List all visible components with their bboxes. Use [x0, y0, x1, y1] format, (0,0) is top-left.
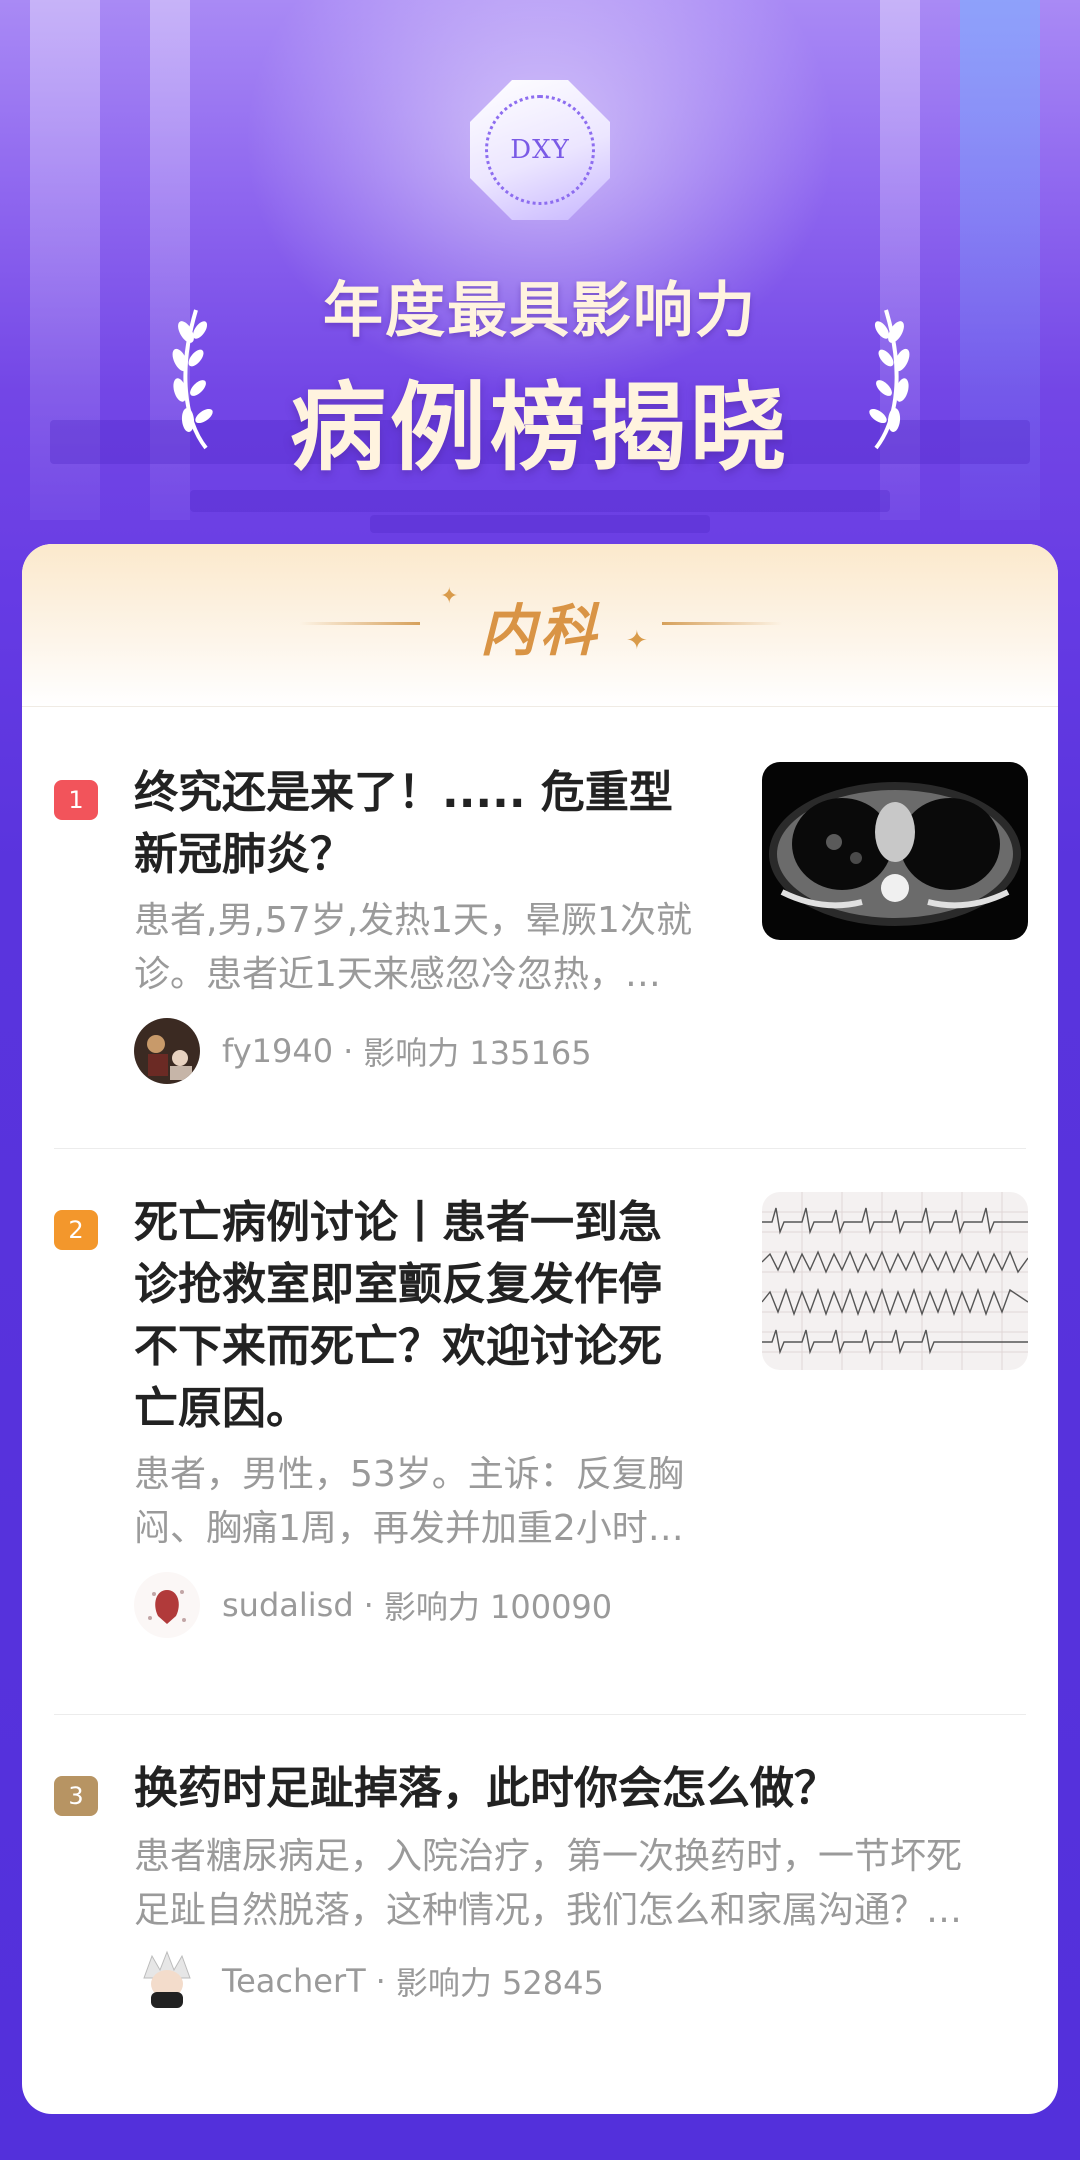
separator-dot: · — [343, 1032, 354, 1070]
dxy-badge-logo: DXY — [470, 80, 610, 220]
case-list-item[interactable]: 1 终究还是来了！..... 危重型 新冠肺炎？ 患者,男,57岁,发热1天，晕… — [54, 762, 1028, 1084]
stage-step — [370, 515, 710, 533]
card-header: ✦ ✦ 内科 — [22, 544, 1058, 707]
item-divider — [54, 1148, 1026, 1149]
case-summary: 患者，男性，53岁。主诉：反复胸 闷、胸痛1周，再发并加重2小时… — [134, 1454, 684, 1549]
case-list-item[interactable]: 3 换药时足趾掉落，此时你会怎么做？ 患者糖尿病足，入院治疗，第一次换药时，一节… — [54, 1758, 1026, 2048]
hero-subtitle: 年度最具影响力 — [323, 276, 757, 346]
stage-step — [190, 490, 890, 512]
category-title: 内科 — [480, 599, 600, 664]
hero-title: 病例榜揭晓 — [290, 372, 790, 484]
case-title[interactable]: 换药时足趾掉落，此时你会怎么做？ — [134, 1758, 1026, 1820]
author-avatar[interactable] — [134, 1572, 200, 1638]
rank-badge: 1 — [54, 780, 98, 820]
case-author-meta: fy1940 · 影响力 135165 — [134, 1018, 592, 1084]
hero-banner: DXY 年度最具影响力 病例榜揭晓 — [0, 0, 1080, 560]
ct-scan-thumbnail[interactable] — [762, 762, 1028, 940]
ecg-thumbnail[interactable] — [762, 1192, 1028, 1370]
case-author-meta: TeacherT · 影响力 52845 — [134, 1948, 604, 2014]
case-summary: 患者糖尿病足，入院治疗，第一次换药时，一节坏死 足趾自然脱落，这种情况，我们怎么… — [134, 1836, 963, 1931]
case-title[interactable]: 死亡病例讨论丨患者一到急 诊抢救室即室颤反复发作停 不下来而死亡？欢迎讨论死 亡… — [134, 1192, 734, 1440]
author-avatar[interactable] — [134, 1018, 200, 1084]
item-divider — [54, 1714, 1026, 1715]
author-avatar[interactable] — [134, 1948, 200, 2014]
rank-badge: 2 — [54, 1210, 98, 1250]
influence-score: 影响力 52845 — [395, 1964, 604, 2002]
separator-dot: · — [363, 1586, 374, 1624]
influence-score: 影响力 100090 — [383, 1588, 613, 1626]
author-name[interactable]: TeacherT — [222, 1962, 366, 2000]
ranking-card: ✦ ✦ 内科 1 终究还是来了！..... 危重型 新冠肺炎？ 患者,男,57岁… — [22, 544, 1058, 2114]
case-summary: 患者,男,57岁,发热1天，晕厥1次就 诊。患者近1天来感忽冷忽热，… — [134, 900, 692, 995]
case-author-meta: sudalisd · 影响力 100090 — [134, 1572, 612, 1638]
author-name[interactable]: fy1940 — [222, 1032, 333, 1070]
author-name[interactable]: sudalisd — [222, 1586, 354, 1624]
case-list-item[interactable]: 2 死亡病例讨论丨患者一到急 诊抢救室即室颤反复发作停 不下来而死亡？欢迎讨论死… — [54, 1192, 1028, 1670]
badge-brand-text: DXY — [510, 135, 570, 165]
case-title[interactable]: 终究还是来了！..... 危重型 新冠肺炎？ — [134, 762, 734, 886]
rank-badge: 3 — [54, 1776, 98, 1816]
influence-score: 影响力 135165 — [363, 1034, 592, 1072]
separator-dot: · — [375, 1962, 386, 2000]
